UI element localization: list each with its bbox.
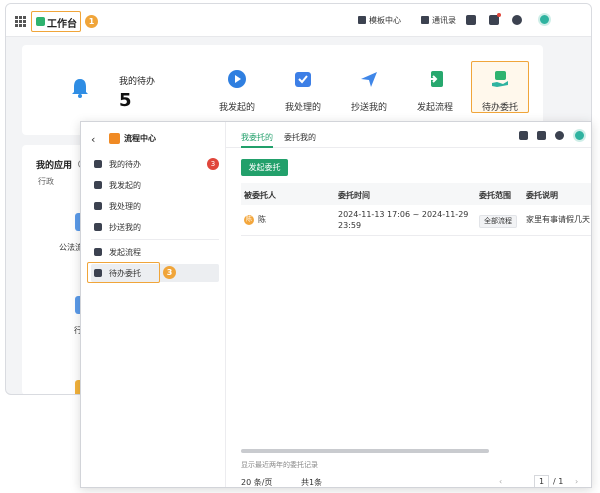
template-label: 模板中心 [369,16,401,25]
quick-action-handled[interactable]: 我处理的 [273,70,333,113]
notification-icon[interactable] [537,131,546,140]
user-avatar[interactable] [538,13,551,26]
quick-action-label: 发起流程 [416,103,453,113]
delegate-hand-icon [492,71,508,87]
active-tab-indicator [241,146,273,148]
sidebar-item-label: 我发起的 [109,181,141,190]
next-page-icon[interactable]: › [575,477,578,486]
address-book-link[interactable]: 通讯录 [421,15,456,26]
scope-tag: 全部流程 [479,215,517,228]
sidebar-item-label: 我处理的 [109,202,141,211]
flow-sidebar: ‹ 流程中心 我的待办 3 我发起的 我处理的 抄送我的 发起流程 待办委托 3 [81,122,226,487]
enter-icon [94,248,102,256]
quick-action-delegate[interactable]: 待办委托 [470,70,530,113]
apps-title: 我的应用 [36,161,73,171]
flow-title: 流程中心 [124,134,156,143]
send-icon [361,72,377,87]
address-book-label: 通讯录 [432,16,456,25]
sidebar-item-cc[interactable]: 抄送我的 [91,218,219,236]
workspace-label: 工作台 [47,19,77,30]
play-icon [94,181,102,189]
column-header: 委托范围 [479,191,511,200]
sidebar-item-label: 发起流程 [109,248,141,257]
bell-icon [94,160,102,168]
todo-title: 我的待办 [119,77,156,87]
app-grid-icon[interactable] [15,16,26,27]
tab-delegated-to-me[interactable]: 委托我的 [284,132,316,143]
sidebar-item-handled[interactable]: 我处理的 [91,197,219,215]
prev-page-icon[interactable]: ‹ [499,477,502,486]
delegate-time-end: 23:59 [338,221,362,230]
pagination: 20 条/页 共1条 ‹ 1 / 1 › [241,475,591,487]
sidebar-item-label: 我的待办 [109,160,141,169]
step-marker-3: 3 [163,266,176,279]
delegate-highlight-box [87,262,160,283]
bell-icon [72,79,88,98]
back-icon[interactable]: ‹ [91,133,95,146]
template-icon [358,16,366,24]
workspace-logo-icon [36,17,45,26]
delegation-table: 被委托人 委托时间 委托范围 委托说明 陈 陈 2024-11-13 17:06… [241,183,591,236]
todo-count: 5 [119,90,132,111]
user-avatar[interactable] [573,129,586,142]
workspace-button[interactable]: 工作台 [31,11,81,32]
flow-logo-icon [109,133,120,144]
template-center-link[interactable]: 模板中心 [358,15,401,26]
enter-icon [427,71,443,87]
quick-action-label: 抄送我的 [350,103,387,113]
column-header: 委托说明 [526,191,558,200]
sidebar-item-initiated[interactable]: 我发起的 [91,176,219,194]
quick-action-cc[interactable]: 抄送我的 [339,70,399,113]
delegate-name: 陈 [258,215,266,224]
message-icon[interactable] [466,15,476,25]
notification-icon[interactable] [489,13,501,25]
check-box-icon [94,202,102,210]
records-hint: 显示最近两年的委托记录 [241,461,318,469]
page-count: / 1 [553,477,564,486]
total-count: 共1条 [301,478,323,487]
current-page-input[interactable]: 1 [534,475,549,487]
sidebar-item-start-process[interactable]: 发起流程 [91,243,219,261]
help-icon[interactable] [555,131,564,140]
todo-badge: 3 [207,158,219,170]
start-delegation-button[interactable]: 发起委托 [241,159,288,176]
quick-action-start-process[interactable]: 发起流程 [405,70,465,113]
sidebar-item-label: 抄送我的 [109,223,141,232]
send-icon [94,223,102,231]
page-size-select[interactable]: 20 条/页 [241,477,272,487]
quick-action-label: 待办委托 [481,103,518,113]
sidebar-item-my-todo[interactable]: 我的待办 3 [91,155,219,173]
address-book-icon [421,16,429,24]
flow-center-window: ‹ 流程中心 我的待办 3 我发起的 我处理的 抄送我的 发起流程 待办委托 3… [80,121,592,488]
help-icon[interactable] [512,15,522,25]
check-box-icon [295,72,311,87]
quick-action-initiated[interactable]: 我发起的 [207,70,267,113]
quick-action-label: 我发起的 [218,103,255,113]
sidebar-divider [91,239,219,240]
quick-action-label: 我处理的 [284,103,321,113]
user-avatar: 陈 [244,215,254,225]
step-marker-1: 1 [85,15,98,28]
horizontal-scrollbar[interactable] [241,449,489,453]
message-icon[interactable] [519,131,528,140]
top-bar: 工作台 1 模板中心 通讯录 [6,4,591,37]
column-header: 委托时间 [338,191,370,200]
table-header: 被委托人 委托时间 委托范围 委托说明 [241,183,591,205]
delegate-note: 家里有事请假几天 [526,215,590,224]
apps-category: 行政 [38,177,54,186]
tab-delegated-by-me[interactable]: 我委托的 [241,132,273,143]
screenshot-root: 工作台 1 模板中心 通讯录 2 我的待办 5 [0,0,600,493]
delegate-time-start: 2024-11-13 17:06 ~ 2024-11-29 [338,210,469,219]
table-row[interactable]: 陈 陈 2024-11-13 17:06 ~ 2024-11-29 23:59 … [241,205,591,236]
column-header: 被委托人 [244,191,276,200]
play-icon [228,70,246,88]
